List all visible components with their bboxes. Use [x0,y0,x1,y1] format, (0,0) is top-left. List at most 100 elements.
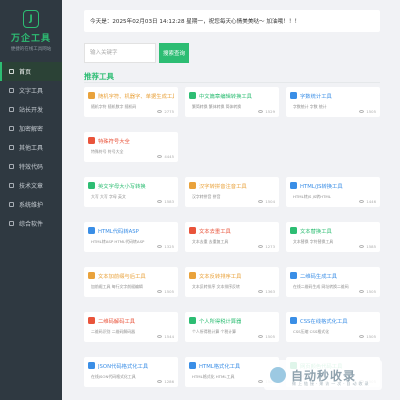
tool-card[interactable]: 特殊符号大全 特殊符号 符号大全 4445 [84,132,178,162]
eye-icon [258,290,264,293]
tool-card[interactable]: 中文篇章编辑转换工具 繁简转换 繁体转换 简体转换 1529 [185,87,279,117]
eye-icon [359,290,365,293]
view-count-value: 1505 [366,109,376,114]
nav-icon [9,183,14,188]
eye-icon [157,380,163,383]
tool-card[interactable]: 文本加前缀与后工具 加前缀工具 每行文字前缀编辑 1505 [84,267,178,297]
tool-title[interactable]: 文本加前缀与后工具 [98,272,146,280]
tool-icon [88,362,95,369]
eye-icon [359,335,365,338]
tool-grid: 随机字符、机器字、单据生成工具 随机字符 随机数字 随机码 2775 中文篇章编辑转换… [84,87,380,387]
tool-title[interactable]: 汉字转拼音注音工具 [199,182,247,190]
search-button[interactable]: 搜索查询 [159,43,189,63]
eye-icon [157,245,163,248]
tool-card[interactable]: 二维码生成工具 在线二维码生成 网址转换二维码 1505 [286,267,380,297]
tool-icon [88,92,95,99]
logo-icon: J [23,10,39,28]
tool-title[interactable]: 字数统计工具 [300,92,332,100]
tool-title[interactable]: JSON代码格式化工具 [98,362,148,370]
tool-title[interactable]: HTML代码转ASP [98,227,139,235]
tool-title[interactable]: 二维码生成工具 [300,272,337,280]
eye-icon [258,245,264,248]
sidebar-item-label: 首页 [19,69,32,76]
view-count: 1286 [157,379,174,384]
tool-card[interactable]: CSS在线格式化工具 CSS压缩 CSS格式化 1505 [286,312,380,342]
tool-card [286,132,380,162]
sidebar-item[interactable]: 文字工具 [0,81,62,100]
view-count: 1446 [359,199,376,204]
tool-title[interactable]: 英文字母大小写转换 [98,182,146,190]
nav-icon [9,88,14,93]
sidebar-item[interactable]: 首页 [0,62,62,81]
tool-title[interactable]: CSS在线格式化工具 [300,317,348,325]
view-count-value: 1544 [164,334,174,339]
tool-icon [189,92,196,99]
eye-icon [258,380,264,383]
view-count: 1505 [157,289,174,294]
tool-title[interactable]: HTML格式化工具 [199,362,240,370]
tool-icon [88,317,95,324]
eye-icon [157,335,163,338]
sidebar: J 万企工具 便捷的在线工具网站 首页文字工具站长开发加密解密 其他工具 特效代码技… [0,0,62,400]
search-bar: 搜索查询 [84,40,380,66]
view-count: 1585 [359,244,376,249]
view-count-value: 1363 [265,289,275,294]
tool-icon [189,362,196,369]
logo[interactable]: J 万企工具 便捷的在线工具网站 [0,0,62,62]
tool-card[interactable]: 文本去重工具 文本去重 去重复工具 1273 [185,222,279,252]
tool-title[interactable]: 特殊符号大全 [98,137,130,145]
tool-title[interactable]: 二维码解码工具 [98,317,135,325]
sidebar-item-label: 站长开发 [19,107,44,114]
nav-icon [9,202,14,207]
eye-icon [157,200,163,203]
sidebar-item-label: 综合软件 [19,221,44,228]
eye-icon [359,110,365,113]
view-count: 1529 [258,109,275,114]
tool-title[interactable]: 个人所得税计算器 [199,317,241,325]
tool-title[interactable]: HTML/JS转换工具 [300,182,343,190]
tool-card [185,132,279,162]
nav-icon [9,69,14,74]
sidebar-item[interactable]: 站长开发 [0,100,62,119]
sidebar-item-label: 文字工具 [19,88,44,95]
sidebar-item[interactable]: 综合软件 [0,214,62,233]
logo-subtitle: 便捷的在线工具网站 [10,47,52,52]
sidebar-item[interactable]: 系统维护 [0,195,62,214]
tool-card[interactable]: HTML代码转ASP HTML转ASP HTML代码转ASP 1325 [84,222,178,252]
tool-title[interactable]: 文本去重工具 [199,227,231,235]
tool-card[interactable]: 个人所得税计算器 个人所得税计算 个税计算 1505 [185,312,279,342]
tool-icon [290,272,297,279]
tool-icon [88,227,95,234]
tool-title[interactable]: 随机字符、机器字、单据生成工具 [98,92,174,100]
view-count-value: 1585 [366,244,376,249]
view-count-value: 2775 [164,109,174,114]
tool-card[interactable]: 文本反转排序工具 文本反转排序 文本排序反转 1363 [185,267,279,297]
sidebar-item[interactable]: 其他工具 [0,138,62,157]
tool-card[interactable]: 字数统计工具 字数统计 字数 统计 1505 [286,87,380,117]
tool-title[interactable]: 文本反转排序工具 [199,272,241,280]
watermark-subtext: 做上链接·来访一次·自动收录 [292,381,371,386]
tool-title[interactable]: 文本替换工具 [300,227,332,235]
sidebar-item[interactable]: 技术文章 [0,176,62,195]
tool-card[interactable]: JSON代码格式化工具 在线JSON代码格式化工具 1286 [84,357,178,387]
sidebar-item[interactable]: 加密解密 [0,119,62,138]
tool-title[interactable]: 中文篇章编辑转换工具 [199,92,252,100]
tool-icon [88,182,95,189]
search-input[interactable] [84,43,156,63]
date-notice: 今天是：2025年02月03日 14:12:28 星期一，祝您每天心情美美哒～ … [84,10,380,32]
main-content: 今天是：2025年02月03日 14:12:28 星期一，祝您每天心情美美哒～ … [74,0,390,400]
sidebar-item[interactable]: 特效代码 [0,157,62,176]
eye-icon [157,110,163,113]
tool-card[interactable]: 文本替换工具 文本替换 字符替换工具 1585 [286,222,380,252]
tool-card[interactable]: 二维码解码工具 二维码识别 二维码解码器 1544 [84,312,178,342]
tool-card[interactable]: HTML/JS转换工具 HTML转JS JS转HTML 1446 [286,177,380,207]
nav-icon [9,221,14,226]
view-count: 1583 [157,199,174,204]
view-count: 4445 [157,154,174,159]
tool-card[interactable]: 随机字符、机器字、单据生成工具 随机字符 随机数字 随机码 2775 [84,87,178,117]
tool-card[interactable]: 英文字母大小写转换 大写 大写 字母 英文 1583 [84,177,178,207]
tool-card[interactable]: 汉字转拼音注音工具 汉字转拼音 拼音 1504 [185,177,279,207]
nav-icon [9,145,14,150]
view-count: 1504 [258,199,275,204]
sidebar-item-label: 系统维护 [19,202,44,209]
